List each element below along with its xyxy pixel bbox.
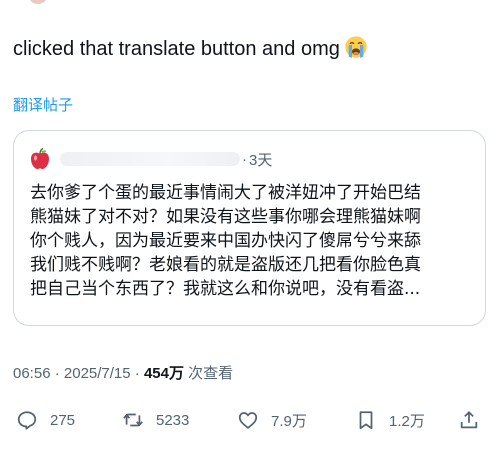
like-button[interactable]: 7.9万	[237, 408, 307, 432]
like-count: 7.9万	[271, 412, 307, 430]
quoted-post-time[interactable]: 3天	[249, 149, 272, 170]
post-text: clicked that translate button and omg	[13, 35, 368, 63]
quoted-text-line: 熊猫妹了对不对？如果没有这些事你哪会理熊猫妹啊	[30, 207, 421, 227]
meta-separator: ·	[50, 365, 64, 382]
quoted-text-line: 我们贱不贱啊？老娘看的就是盗版还几把看你脸色真	[30, 255, 421, 275]
author-avatar[interactable]	[28, 0, 48, 4]
post-metadata: 06:56 · 2025/7/15 · 454万 次查看	[13, 364, 233, 384]
reply-icon	[17, 411, 37, 430]
quoted-text-line: 去你爹了个蛋的最近事情闹大了被洋妞冲了开始巴结	[30, 183, 421, 203]
header-separator: ·	[242, 150, 247, 168]
bookmark-count: 1.2万	[389, 412, 425, 430]
reply-count: 275	[50, 411, 76, 429]
quoted-post-header: · 3天	[28, 147, 272, 171]
loudly-crying-face-emoji-icon	[345, 36, 367, 58]
quoted-post-text: 去你爹了个蛋的最近事情闹大了被洋妞冲了开始巴结 熊猫妹了对不对？如果没有这些事你…	[30, 181, 476, 301]
quoted-text-line: 你个贱人，因为最近要来中国办快闪了傻屌兮兮来舔	[30, 231, 421, 251]
quoted-post-card[interactable]: · 3天 去你爹了个蛋的最近事情闹大了被洋妞冲了开始巴结 熊猫妹了对不对？如果没…	[13, 130, 486, 326]
share-icon	[460, 411, 478, 429]
share-button[interactable]	[458, 408, 480, 432]
action-bar: 275 5233 7.9万 1.2万	[0, 404, 500, 436]
reply-button[interactable]: 275	[16, 408, 75, 432]
bookmark-icon	[359, 411, 373, 430]
post-time[interactable]: 06:56	[13, 365, 51, 382]
repost-icon	[123, 413, 143, 427]
post-date[interactable]: 2025/7/15	[64, 365, 131, 382]
repost-count: 5233	[156, 411, 190, 429]
red-apple-icon[interactable]	[28, 147, 52, 171]
bookmark-button[interactable]: 1.2万	[355, 408, 425, 432]
quoted-text-line: 把自己当个东西了？我就这么和你说吧，没有看盗...	[30, 279, 421, 299]
repost-button[interactable]: 5233	[122, 408, 189, 432]
views-count: 454万	[143, 365, 184, 382]
quoted-author-name-redacted[interactable]	[60, 152, 240, 166]
post-text-content: clicked that translate button and omg	[13, 38, 340, 60]
meta-separator: ·	[130, 365, 144, 382]
translate-post-link[interactable]: 翻译帖子	[13, 96, 73, 116]
heart-icon	[238, 412, 258, 429]
views-label: 次查看	[184, 365, 234, 382]
